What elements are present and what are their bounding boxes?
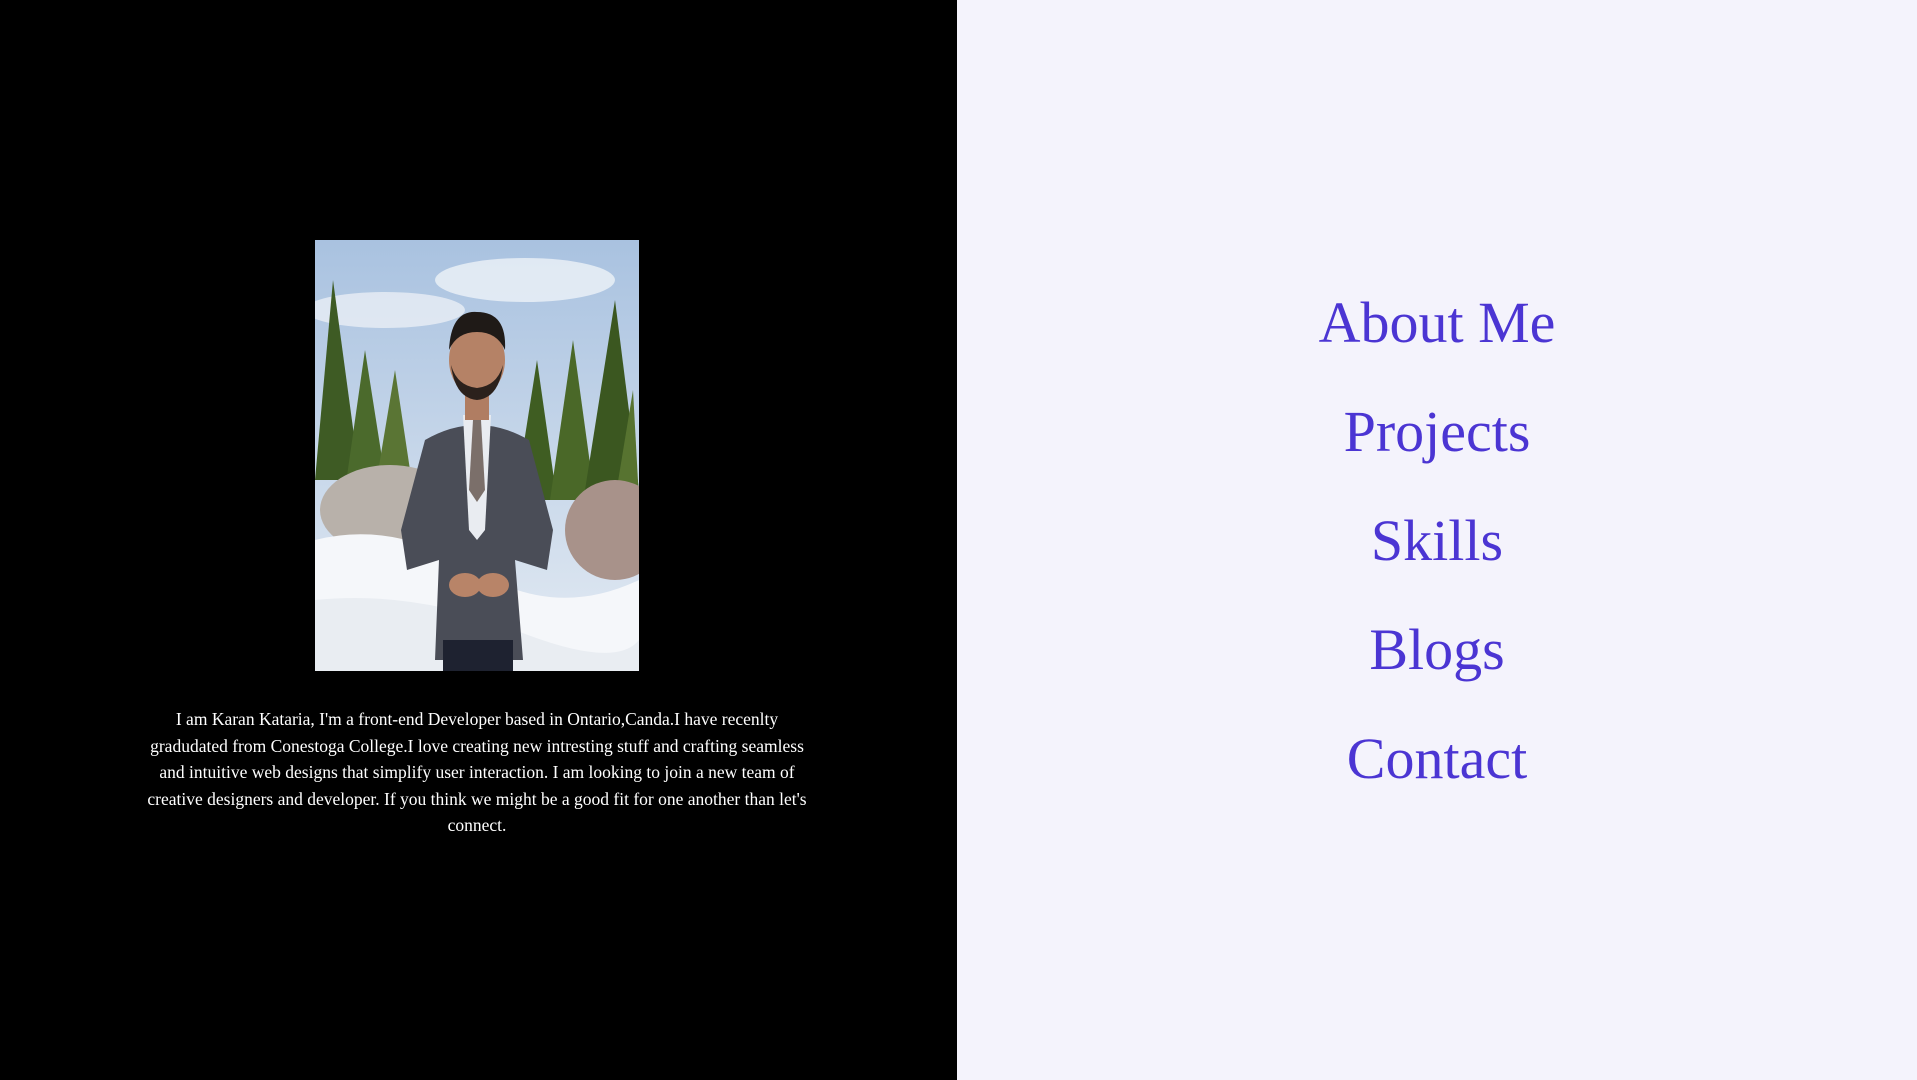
nav-link-projects[interactable]: Projects xyxy=(1344,377,1531,486)
nav-link-about-me[interactable]: About Me xyxy=(1319,268,1556,377)
profile-photo xyxy=(315,240,639,671)
nav-link-contact[interactable]: Contact xyxy=(1347,704,1527,813)
bio-text: I am Karan Kataria, I'm a front-end Deve… xyxy=(147,709,807,835)
nav-link-blogs[interactable]: Blogs xyxy=(1369,595,1504,704)
navigation-panel: About Me Projects Skills Blogs Contact xyxy=(957,0,1917,1080)
nav-link-skills[interactable]: Skills xyxy=(1371,486,1503,595)
profile-panel: I am Karan Kataria, I'm a front-end Deve… xyxy=(0,0,957,1080)
nav-menu: About Me Projects Skills Blogs Contact xyxy=(957,268,1917,813)
